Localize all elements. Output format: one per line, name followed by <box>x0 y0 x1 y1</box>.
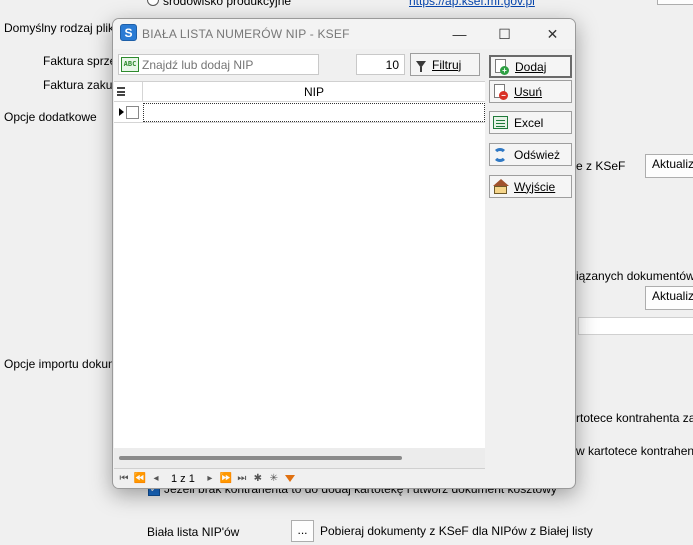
next-page-group-icon[interactable]: ⏩ <box>218 471 234 487</box>
rows-menu-icon[interactable] <box>117 87 125 96</box>
add-doc-icon: + <box>494 58 510 75</box>
ksef-text: e z KSeF <box>576 159 626 173</box>
excel-icon <box>493 115 509 131</box>
first-page-icon[interactable]: ⏮ <box>116 471 132 487</box>
top-right-button[interactable] <box>657 0 693 5</box>
filter-button-label: Filtruj <box>432 57 462 72</box>
exit-button-label: Wyjście <box>514 179 556 194</box>
navigator-filter-icon[interactable] <box>284 475 295 482</box>
linked-docs-text: iązanych dokumentów dl <box>576 269 693 283</box>
excel-button[interactable]: Excel <box>489 111 572 134</box>
contractor-card-text-2: w kartotece kontrahenta <box>576 444 693 458</box>
last-page-icon[interactable]: ⏭ <box>234 471 250 487</box>
additional-options-label: Opcje dodatkowe <box>4 110 97 124</box>
app-logo-icon: S <box>120 24 137 41</box>
whitelist-dialog: S BIAŁA LISTA NUMERÓW NIP - KSEF — ☐ ✕ A… <box>112 18 576 489</box>
ellipsis-button[interactable]: ... <box>291 520 314 542</box>
maximize-button[interactable]: ☐ <box>482 19 527 49</box>
row-checkbox[interactable] <box>126 106 139 119</box>
record-navigator: ⏮ ⏪ ◂ 1 z 1 ▸ ⏩ ⏭ ✱ ✳ <box>114 468 485 488</box>
row-selector-header[interactable] <box>114 82 143 102</box>
add-button-label: Dodaj <box>515 59 547 74</box>
nip-cell[interactable] <box>143 103 485 122</box>
dialog-titlebar[interactable]: S BIAŁA LISTA NUMERÓW NIP - KSEF — ☐ ✕ <box>113 19 575 49</box>
exit-button[interactable]: Wyjście <box>489 175 572 198</box>
background-input[interactable] <box>578 317 693 335</box>
excel-button-label: Excel <box>514 115 544 130</box>
fetch-from-whitelist-label: Pobieraj dokumenty z KSeF dla NIPów z Bi… <box>320 524 593 538</box>
insert-record-icon[interactable]: ✱ <box>250 471 266 487</box>
table-row[interactable] <box>114 103 485 123</box>
next-record-icon[interactable]: ▸ <box>202 471 218 487</box>
delete-button[interactable]: − Usuń <box>489 80 572 103</box>
refresh-button[interactable]: Odśwież <box>489 143 572 166</box>
delete-button-label: Usuń <box>514 84 543 99</box>
refresh-icon <box>493 147 509 163</box>
prev-record-icon[interactable]: ◂ <box>148 471 164 487</box>
grid-header: NIP <box>114 82 485 102</box>
update-button-1[interactable]: Aktualizu <box>645 154 693 178</box>
search-field[interactable]: ABC <box>118 54 319 75</box>
current-row-indicator-icon <box>119 108 124 116</box>
column-header-nip[interactable]: NIP <box>143 82 485 102</box>
nip-grid[interactable]: NIP <box>114 81 485 468</box>
minimize-button[interactable]: — <box>437 19 482 49</box>
production-env-radio[interactable] <box>147 0 159 6</box>
contractor-card-text-1: rtotece kontrahenta zazn <box>576 411 693 425</box>
page-indicator: 1 z 1 <box>171 472 195 485</box>
append-record-icon[interactable]: ✳ <box>266 471 282 487</box>
funnel-icon <box>416 61 426 72</box>
add-button[interactable]: + Dodaj <box>489 55 572 78</box>
refresh-button-label: Odśwież <box>514 147 561 162</box>
horizontal-scrollbar-area <box>114 448 485 468</box>
horizontal-scrollbar[interactable] <box>119 456 402 460</box>
filter-button[interactable]: Filtruj <box>410 53 480 76</box>
whitelist-label: Biała lista NIP'ów <box>147 525 240 539</box>
delete-doc-icon: − <box>493 83 509 100</box>
abc-search-icon: ABC <box>121 57 139 72</box>
nip-search-input[interactable] <box>142 57 316 72</box>
row-count-field[interactable]: 10 <box>356 54 405 75</box>
home-icon <box>493 178 509 195</box>
purchase-invoice-label: Faktura zakup <box>43 78 120 92</box>
dialog-title: BIAŁA LISTA NUMERÓW NIP - KSEF <box>142 27 350 41</box>
close-button[interactable]: ✕ <box>530 19 575 49</box>
prev-page-group-icon[interactable]: ⏪ <box>132 471 148 487</box>
production-env-label: środowisko produkcyjne <box>163 0 292 8</box>
update-button-2[interactable]: Aktualizu <box>645 286 693 310</box>
ksef-link[interactable]: https://ap.ksef.mf.gov.pl <box>409 0 535 8</box>
